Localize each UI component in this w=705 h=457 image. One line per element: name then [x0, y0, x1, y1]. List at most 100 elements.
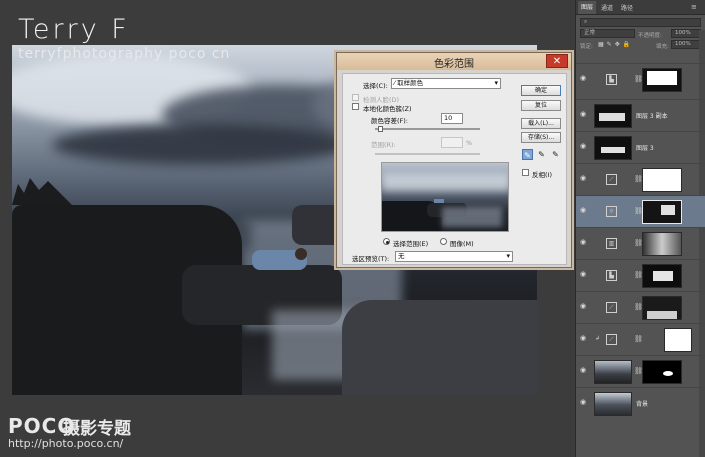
layer-row-active[interactable]: ◉ ☼ ⛓ — [576, 195, 705, 227]
layer-mask[interactable] — [642, 360, 682, 384]
radio-selection-label: 选择范围(E) — [393, 240, 429, 248]
watermark-subtitle: terryfphotography poco cn — [18, 46, 231, 62]
eye-icon[interactable]: ◉ — [580, 335, 589, 342]
fuzziness-input[interactable]: 10 — [441, 113, 463, 124]
selection-preview-value: 无 — [398, 252, 405, 260]
eye-icon[interactable]: ◉ — [580, 207, 589, 214]
eyedropper-icon[interactable]: ✎ — [522, 149, 533, 160]
eye-icon[interactable]: ◉ — [580, 175, 589, 182]
select-value: 取样颜色 — [397, 79, 424, 87]
range-unit: % — [466, 139, 473, 147]
layer-row[interactable]: ◉ ▙ ⛓ — [576, 63, 705, 95]
layer-thumbnail — [594, 136, 632, 160]
curves-icon: ⟋ — [606, 334, 617, 345]
layer-thumbnail — [594, 360, 632, 384]
watermark-title: Terry F — [18, 14, 130, 45]
layer-mask[interactable] — [642, 232, 682, 256]
detect-faces-checkbox[interactable] — [352, 94, 359, 101]
layer-row[interactable]: ◉ ⟋ ⛓ — [576, 163, 705, 195]
layer-row[interactable]: ◉ ▙ ⛓ — [576, 259, 705, 291]
layer-thumbnail — [594, 104, 632, 128]
invert-checkbox[interactable] — [522, 169, 529, 176]
link-icon: ⛓ — [634, 239, 643, 247]
eye-icon[interactable]: ◉ — [580, 271, 589, 278]
link-icon: ⛓ — [634, 175, 643, 183]
poco-url: http://photo.poco.cn/ — [8, 437, 124, 450]
close-button[interactable]: ✕ — [546, 54, 568, 68]
layer-row[interactable]: ◉ 背景 — [576, 387, 705, 419]
link-icon: ⛓ — [634, 75, 643, 83]
dialog-titlebar[interactable]: 色彩范围 ✕ — [337, 53, 571, 70]
layer-name: 背景 — [636, 401, 649, 408]
layer-name: 图层 3 — [636, 145, 654, 152]
fuzziness-slider-track[interactable] — [375, 128, 480, 130]
curves-icon: ⟋ — [606, 302, 617, 313]
dialog-title: 色彩范围 — [434, 59, 474, 70]
brightness-icon: ☼ — [606, 206, 617, 217]
layer-row[interactable]: ◉ ⟋ ⛓ — [576, 291, 705, 323]
layer-mask[interactable] — [642, 68, 682, 92]
layer-row[interactable]: ◉ ▥ ⛓ — [576, 227, 705, 259]
tab-channels[interactable]: 通道 — [598, 2, 616, 13]
fuzziness-slider-thumb[interactable] — [378, 126, 383, 132]
tab-layers[interactable]: 图层 — [578, 1, 597, 14]
invert-label: 反相(I) — [532, 171, 552, 179]
link-icon: ⛓ — [634, 335, 643, 343]
eye-icon[interactable]: ◉ — [580, 239, 589, 246]
localized-clusters-label: 本地化颜色簇(Z) — [363, 105, 412, 113]
fill-input[interactable]: 100% — [671, 40, 701, 49]
link-icon: ⛓ — [634, 271, 643, 279]
opacity-label: 不透明度: — [638, 33, 662, 39]
layer-mask[interactable] — [642, 168, 682, 192]
eye-icon[interactable]: ◉ — [580, 111, 589, 118]
opacity-input[interactable]: 100% — [671, 29, 701, 38]
lock-icons[interactable]: ▦✎✥🔒 — [598, 41, 633, 48]
fuzziness-label: 颜色容差(F): — [371, 117, 409, 125]
curves-icon: ⟋ — [606, 174, 617, 185]
chevron-down-icon: ▾ — [506, 252, 510, 260]
ok-button[interactable]: 确定 — [521, 85, 561, 96]
layer-thumbnail — [594, 392, 632, 416]
link-icon: ⛓ — [634, 303, 643, 311]
fill-label: 填充: — [656, 44, 669, 50]
eyedropper-plus-icon[interactable]: ✎ — [536, 149, 547, 160]
tab-paths[interactable]: 路径 — [618, 2, 636, 13]
layer-mask[interactable] — [642, 264, 682, 288]
levels-icon: ▙ — [606, 74, 617, 85]
save-button[interactable]: 存储(S)... — [521, 132, 561, 143]
layer-row[interactable]: ◉ 图层 3 — [576, 131, 705, 163]
clip-arrow-icon: ↲ — [595, 335, 601, 342]
reset-button[interactable]: 复位 — [521, 100, 561, 111]
eye-icon[interactable]: ◉ — [580, 367, 589, 374]
layer-mask[interactable] — [664, 328, 692, 352]
eyedropper-minus-icon[interactable]: ✎ — [550, 149, 561, 160]
photoshop-workspace: Terry F terryfphotography poco cn POCO 摄… — [0, 0, 705, 457]
select-dropdown[interactable]: ⁄ 取样颜色 ▾ — [391, 78, 501, 89]
layer-filter[interactable]: ⌕ — [580, 18, 701, 27]
eye-icon[interactable]: ◉ — [580, 303, 589, 310]
range-label: 范围(R): — [371, 141, 396, 149]
localized-clusters-checkbox[interactable] — [352, 103, 359, 110]
lock-label: 锁定: — [580, 44, 593, 50]
radio-image[interactable] — [440, 238, 447, 245]
blend-mode-dropdown[interactable]: 正常 — [580, 29, 635, 38]
layer-row[interactable]: ◉ ⛓ — [576, 355, 705, 387]
panel-menu-icon[interactable]: ≡ — [688, 2, 700, 12]
link-icon: ⛓ — [634, 367, 643, 375]
range-input[interactable] — [441, 137, 463, 148]
layer-name: 图层 3 副本 — [636, 113, 668, 120]
selection-preview-image[interactable] — [381, 162, 509, 232]
layer-row[interactable]: ◉ ↲ ⟋ ⛓ — [576, 323, 705, 355]
load-button[interactable]: 载入(L)... — [521, 118, 561, 129]
layer-mask[interactable] — [642, 200, 682, 224]
eye-icon[interactable]: ◉ — [580, 399, 589, 406]
eye-icon[interactable]: ◉ — [580, 143, 589, 150]
radio-selection[interactable] — [383, 238, 390, 245]
color-range-dialog: 色彩范围 ✕ 选择(C): ⁄ 取样颜色 ▾ 检测人脸(D) 本地化颜色簇(Z)… — [336, 52, 572, 268]
layer-row[interactable]: ◉ 图层 3 副本 — [576, 99, 705, 131]
layer-mask[interactable] — [642, 296, 682, 320]
link-icon: ⛓ — [634, 207, 643, 215]
selection-preview-dropdown[interactable]: 无 ▾ — [395, 251, 513, 262]
eye-icon[interactable]: ◉ — [580, 75, 589, 82]
range-slider-track[interactable] — [375, 153, 480, 155]
